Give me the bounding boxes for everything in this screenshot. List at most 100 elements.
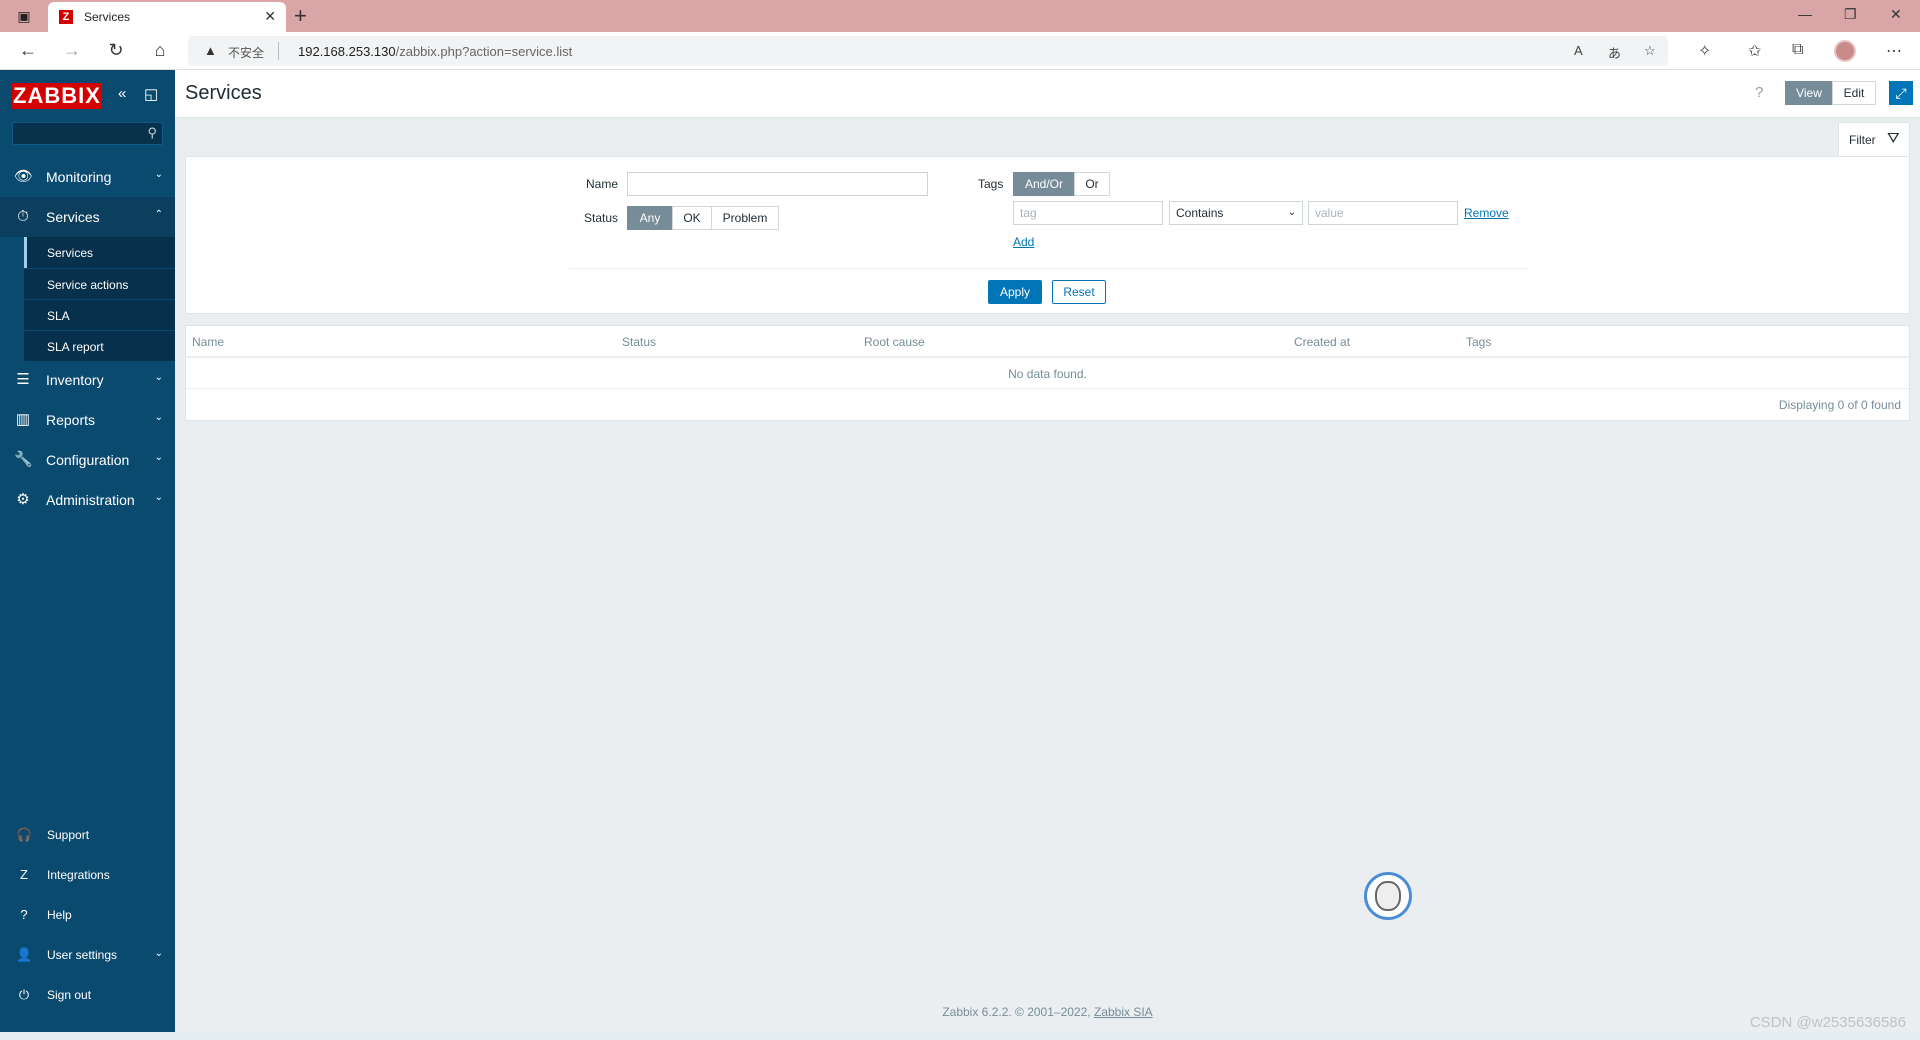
menu-label: Help bbox=[47, 908, 72, 922]
profile-avatar[interactable] bbox=[1834, 40, 1856, 62]
more-icon[interactable]: ⋯ bbox=[1886, 41, 1902, 61]
close-window-icon[interactable]: ✕ bbox=[1890, 6, 1902, 23]
add-tag-link[interactable]: Add bbox=[1013, 235, 1034, 249]
menu-reports[interactable]: ▥ Reports ⌄ bbox=[0, 400, 175, 440]
no-data-message: No data found. bbox=[1008, 367, 1087, 381]
zabbix-favicon-icon: Z bbox=[59, 10, 73, 24]
address-bar[interactable]: ▲ 不安全 192.168.253.130/zabbix.php?action=… bbox=[188, 36, 1668, 66]
help-icon[interactable]: ? bbox=[1755, 84, 1763, 101]
url-path: /zabbix.php?action=service.list bbox=[395, 44, 573, 59]
fullscreen-icon[interactable]: ⤢ bbox=[1889, 81, 1913, 105]
read-aloud-icon[interactable]: A bbox=[1574, 43, 1583, 58]
menu-integrations[interactable]: Z Integrations bbox=[0, 855, 175, 895]
filter-tab[interactable]: Filter ⛛ bbox=[1838, 122, 1910, 156]
close-tab-icon[interactable]: ✕ bbox=[264, 8, 276, 25]
home-icon[interactable]: ⌂ bbox=[148, 40, 172, 61]
tag-input[interactable]: tag bbox=[1013, 201, 1163, 225]
kiosk-sidebar-icon[interactable]: ◱ bbox=[144, 85, 158, 103]
column-header-tags: Tags bbox=[1466, 335, 1492, 349]
zabbix-logo[interactable]: ZABBIX bbox=[12, 83, 102, 109]
gear-icon: ⚙ bbox=[16, 491, 30, 508]
column-header-root-cause: Root cause bbox=[864, 335, 925, 349]
menu-label: Reports bbox=[46, 412, 96, 428]
sidebar-search-input[interactable]: ⚲ bbox=[12, 122, 163, 145]
menu-user-settings[interactable]: 👤 User settings ⌄ bbox=[0, 935, 175, 975]
column-header-status: Status bbox=[622, 335, 657, 349]
search-icon[interactable]: ⚲ bbox=[147, 125, 157, 141]
submenu-label: SLA report bbox=[47, 340, 104, 354]
submenu-label: Services bbox=[47, 246, 94, 260]
chevron-down-icon: ⌄ bbox=[154, 169, 163, 180]
chevron-down-icon: ⌄ bbox=[154, 948, 163, 959]
user-icon: 👤 bbox=[16, 947, 33, 962]
menu-configuration[interactable]: 🔧 Configuration ⌄ bbox=[0, 440, 175, 480]
name-input[interactable] bbox=[627, 172, 928, 196]
translate-icon[interactable]: あ bbox=[1608, 43, 1621, 62]
restore-icon[interactable]: ❐ bbox=[1844, 6, 1857, 23]
browser-tab[interactable]: Z Services ✕ bbox=[48, 2, 286, 32]
filter-icon: ⛛ bbox=[1887, 130, 1900, 147]
reload-icon[interactable]: ↻ bbox=[104, 40, 128, 61]
page-footer: Zabbix 6.2.2. © 2001–2022, Zabbix SIA bbox=[175, 1005, 1920, 1019]
list-icon: ☰ bbox=[16, 371, 30, 388]
new-tab-icon[interactable]: + bbox=[294, 4, 307, 28]
url-host: 192.168.253.130 bbox=[298, 44, 396, 59]
insecure-label: 不安全 bbox=[228, 46, 265, 60]
browser-toolbar: ← → ↻ ⌂ ▲ 不安全 192.168.253.130/zabbix.php… bbox=[0, 32, 1920, 70]
status-ok-radio[interactable]: OK bbox=[672, 206, 712, 230]
menu-inventory[interactable]: ☰ Inventory ⌄ bbox=[0, 360, 175, 400]
submenu-label: SLA bbox=[47, 309, 70, 323]
collections-icon[interactable]: ⧉ bbox=[1792, 41, 1803, 59]
menu-sign-out[interactable]: ⏻ Sign out bbox=[0, 975, 175, 1015]
submenu-sla-report[interactable]: SLA report bbox=[24, 330, 175, 361]
tag-value-input[interactable]: value bbox=[1308, 201, 1458, 225]
forward-icon[interactable]: → bbox=[60, 40, 84, 61]
menu-label: Services bbox=[46, 209, 100, 225]
tag-operator-select[interactable]: Contains ⌄ bbox=[1169, 201, 1303, 225]
column-header-name[interactable]: Name bbox=[192, 335, 224, 349]
minimize-icon[interactable]: — bbox=[1798, 6, 1812, 22]
menu-support[interactable]: 🎧 Support bbox=[0, 815, 175, 855]
extensions-icon[interactable]: ✧ bbox=[1698, 41, 1711, 61]
services-table: Name Status Root cause Created at Tags N… bbox=[185, 325, 1910, 421]
menu-label: Administration bbox=[46, 492, 135, 508]
favorite-add-icon[interactable]: ☆ bbox=[1644, 43, 1656, 59]
avatar-face-icon bbox=[1375, 881, 1401, 911]
chevron-down-icon: ⌄ bbox=[154, 372, 163, 383]
tags-or-radio[interactable]: Or bbox=[1074, 172, 1110, 196]
back-icon[interactable]: ← bbox=[16, 40, 40, 61]
submenu-service-actions[interactable]: Service actions bbox=[24, 268, 175, 299]
wrench-icon: 🔧 bbox=[14, 451, 33, 468]
address-divider bbox=[278, 42, 279, 60]
remove-tag-link[interactable]: Remove bbox=[1464, 206, 1509, 220]
footer-link[interactable]: Zabbix SIA bbox=[1094, 1005, 1153, 1019]
tab-actions-icon[interactable]: ▣ bbox=[14, 6, 34, 26]
headset-icon: 🎧 bbox=[16, 827, 33, 842]
edit-button[interactable]: Edit bbox=[1832, 81, 1876, 105]
eye-icon: 👁 bbox=[14, 168, 34, 185]
help-icon: ? bbox=[20, 907, 28, 922]
menu-label: Sign out bbox=[47, 988, 92, 1002]
view-button[interactable]: View bbox=[1785, 81, 1833, 105]
status-any-radio[interactable]: Any bbox=[627, 206, 673, 230]
favorites-icon[interactable]: ✩ bbox=[1748, 41, 1761, 61]
tags-andor-radio[interactable]: And/Or bbox=[1013, 172, 1075, 196]
services-icon: ⏱ bbox=[17, 208, 29, 225]
chevron-down-icon: ⌄ bbox=[154, 452, 163, 463]
submenu-services[interactable]: Services bbox=[24, 237, 175, 268]
collapse-sidebar-icon[interactable]: « bbox=[118, 85, 126, 102]
floating-avatar-widget[interactable] bbox=[1364, 872, 1412, 920]
menu-label: Integrations bbox=[47, 868, 110, 882]
apply-button[interactable]: Apply bbox=[988, 280, 1042, 304]
paging-info: Displaying 0 of 0 found bbox=[1778, 398, 1901, 412]
integrations-icon: Z bbox=[20, 867, 28, 882]
submenu-sla[interactable]: SLA bbox=[24, 299, 175, 330]
menu-help[interactable]: ? Help bbox=[0, 895, 175, 935]
menu-administration[interactable]: ⚙ Administration ⌄ bbox=[0, 480, 175, 520]
reset-button[interactable]: Reset bbox=[1052, 280, 1106, 304]
status-problem-radio[interactable]: Problem bbox=[711, 206, 779, 230]
menu-services[interactable]: ⏱ Services ⌃ bbox=[0, 197, 175, 237]
menu-monitoring[interactable]: 👁 Monitoring ⌄ bbox=[0, 157, 175, 197]
column-header-created-at: Created at bbox=[1294, 335, 1351, 349]
menu-label: User settings bbox=[47, 948, 118, 962]
